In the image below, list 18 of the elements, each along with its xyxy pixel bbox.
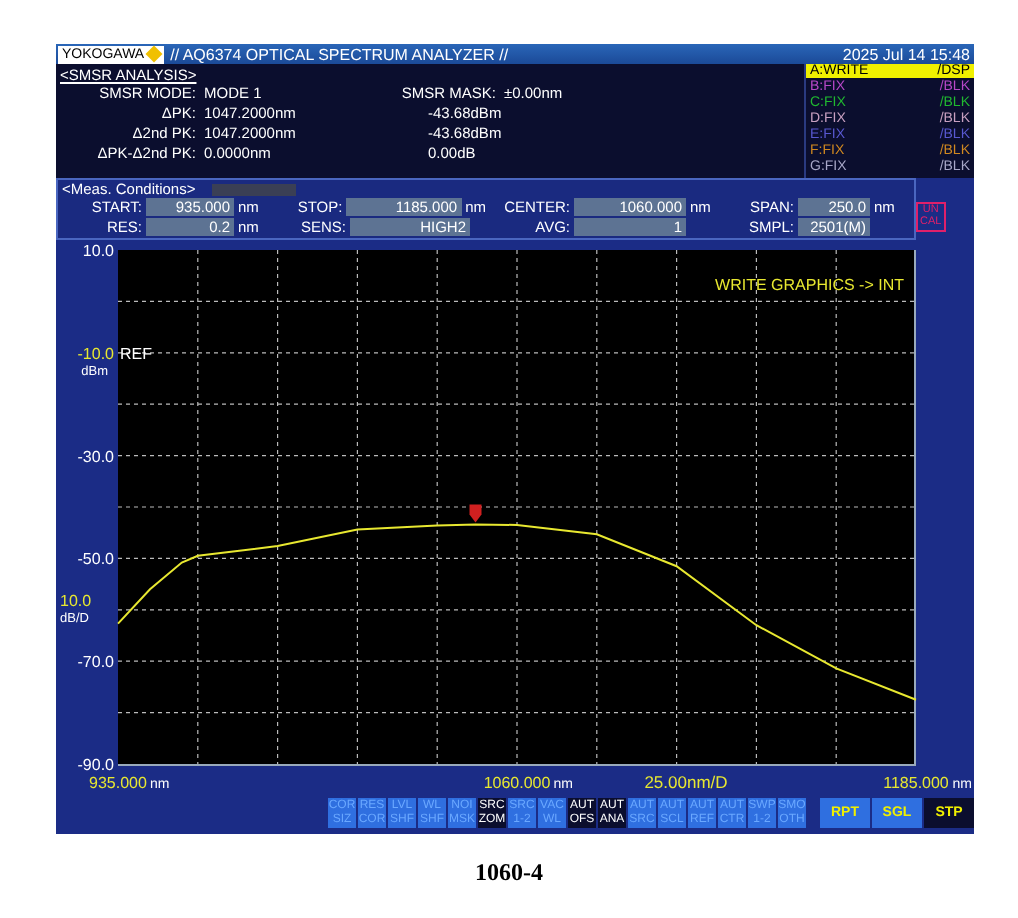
status-box <box>211 183 296 195</box>
write-graphics-message: WRITE GRAPHICS -> INT <box>715 276 904 294</box>
peak-marker-icon <box>469 504 482 523</box>
span-per-division: 25.00nm/D <box>644 772 728 792</box>
reference-label: REF <box>120 344 152 363</box>
axis-tick-label: -50.0 <box>77 550 114 569</box>
axis-tick-label: -30.0 <box>77 447 114 466</box>
axis-tick-label: 1060.000 <box>483 774 551 792</box>
axis-tick-label: 10.0 <box>82 242 114 260</box>
axis-tick-label: 935.000 <box>89 774 147 792</box>
axis-tick-label: -70.0 <box>77 653 114 672</box>
caption: 1060-4 <box>473 858 545 888</box>
date-time: 2025 Jul 14 15:48 <box>842 45 970 63</box>
scale-value: 10.0 <box>60 591 92 610</box>
instrument-title: // AQ6374 OPTICAL SPECTRUM ANALYZER // <box>170 45 511 63</box>
axis-tick-label: 1185.000 <box>883 774 949 792</box>
axis-tick-label: -90.0 <box>77 756 114 774</box>
reference-level: -10.0 <box>77 344 114 363</box>
